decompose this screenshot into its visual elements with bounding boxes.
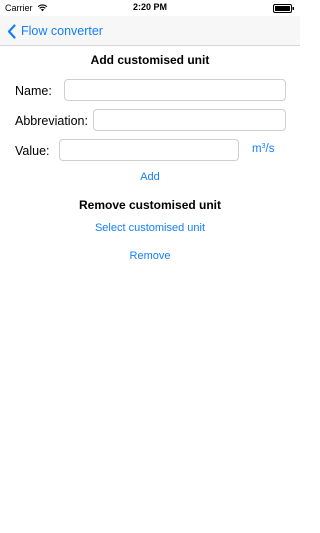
value-field[interactable] xyxy=(59,139,239,161)
abbreviation-label: Abbreviation: xyxy=(15,114,88,128)
name-field[interactable] xyxy=(64,79,286,101)
back-button[interactable]: Flow converter xyxy=(7,22,103,40)
add-button[interactable]: Add xyxy=(0,171,300,183)
abbreviation-field[interactable] xyxy=(93,109,286,131)
chevron-left-icon xyxy=(7,23,16,39)
navigation-bar: Flow converter xyxy=(0,16,300,46)
select-customised-unit-button[interactable]: Select customised unit xyxy=(0,222,300,234)
unit-base: m xyxy=(252,143,262,155)
back-label: Flow converter xyxy=(21,24,103,38)
unit-selector-button[interactable]: m3/s xyxy=(252,143,274,155)
unit-suffix: /s xyxy=(265,143,275,155)
value-label: Value: xyxy=(15,144,50,158)
add-section-title: Add customised unit xyxy=(90,53,210,67)
battery-icon xyxy=(273,4,294,13)
remove-button[interactable]: Remove xyxy=(0,250,300,262)
name-label: Name: xyxy=(15,84,52,98)
status-bar: Carrier 2:20 PM xyxy=(0,0,300,16)
remove-section-title: Remove customised unit xyxy=(78,198,222,212)
status-time: 2:20 PM xyxy=(132,2,167,12)
